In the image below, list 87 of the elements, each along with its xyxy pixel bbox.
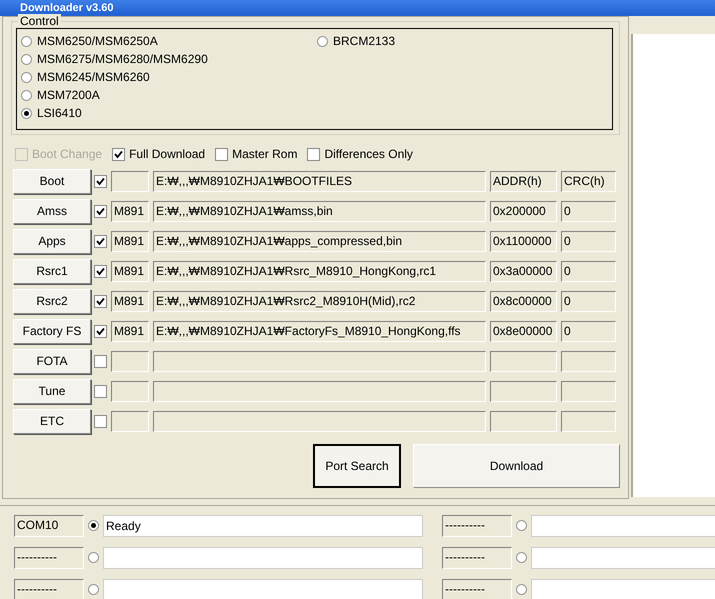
code-field: M891 (111, 230, 149, 252)
crc-field: 0 (561, 290, 616, 312)
radio-button[interactable] (88, 520, 99, 531)
crc-field: CRC(h) (561, 170, 616, 192)
file-button[interactable]: Amss (13, 198, 91, 224)
radio-button[interactable] (516, 552, 527, 563)
crc-field: 0 (561, 320, 616, 342)
address-field: ADDR(h) (490, 170, 557, 192)
code-field (111, 380, 149, 402)
radio-label: BRCM2133 (333, 33, 396, 50)
path-field: E:₩,,,₩M8910ZHJA1₩Rsrc2_M8910H(Mid),rc2 (153, 290, 486, 312)
radio-label: MSM6275/MSM6280/MSM6290 (37, 51, 208, 68)
file-button[interactable]: Rsrc1 (13, 258, 91, 284)
radio-label: LSI6410 (37, 105, 82, 122)
file-button[interactable]: Tune (13, 378, 91, 404)
crc-field (561, 350, 616, 372)
download-button[interactable]: Download (413, 444, 620, 488)
code-field (111, 170, 149, 192)
checkbox[interactable] (94, 234, 107, 248)
code-field: M891 (111, 200, 149, 222)
port-search-button[interactable]: Port Search (313, 444, 401, 488)
address-field: 0x3a00000 (490, 260, 557, 282)
path-field: E:₩,,,₩M8910ZHJA1₩amss,bin (153, 200, 486, 222)
checkbox[interactable] (94, 414, 107, 428)
radio-button[interactable] (21, 108, 32, 118)
radio-button[interactable] (516, 584, 527, 595)
checkbox[interactable] (94, 174, 107, 188)
crc-field: 0 (561, 200, 616, 222)
address-field (490, 410, 557, 432)
file-button[interactable]: Apps (13, 228, 91, 254)
port-field: ---------- (14, 546, 84, 568)
address-field: 0x1100000 (490, 230, 557, 252)
address-field: 0x8c00000 (490, 290, 557, 312)
checkbox[interactable] (94, 384, 107, 398)
port-field: ---------- (442, 546, 512, 568)
radio-button[interactable] (21, 90, 32, 100)
path-field: E:₩,,,₩M8910ZHJA1₩FactoryFs_M8910_HongKong,ffs (153, 320, 486, 342)
radio-button[interactable] (88, 552, 99, 563)
checkbox[interactable] (307, 148, 320, 160)
path-field: E:₩,,,₩M8910ZHJA1₩apps_compressed,bin (153, 230, 486, 252)
address-field (490, 350, 557, 372)
checkbox[interactable] (94, 294, 107, 308)
radio-label: MSM7200A (37, 87, 100, 104)
address-field (490, 380, 557, 402)
file-button[interactable]: Rsrc2 (13, 288, 91, 314)
checkbox-label: Master Rom (232, 146, 298, 163)
checkbox[interactable] (215, 148, 228, 160)
address-field: 0x200000 (490, 200, 557, 222)
crc-field: 0 (561, 230, 616, 252)
radio-button[interactable] (88, 584, 99, 595)
radio-button[interactable] (21, 36, 32, 46)
radio-button[interactable] (21, 54, 32, 64)
group-title: Control (18, 14, 61, 28)
path-field: E:₩,,,₩M8910ZHJA1₩Rsrc_M8910_HongKong,rc1 (153, 260, 486, 282)
code-field: M891 (111, 260, 149, 282)
radio-button[interactable] (21, 72, 32, 82)
checkbox-label: Boot Change (32, 146, 102, 163)
crc-field: 0 (561, 260, 616, 282)
code-field (111, 350, 149, 372)
window-title: Downloader v3.60 (0, 0, 715, 16)
radio-button[interactable] (516, 520, 527, 531)
checkbox[interactable] (94, 264, 107, 278)
file-button[interactable]: ETC (13, 408, 91, 434)
address-field: 0x8e00000 (490, 320, 557, 342)
checkbox[interactable] (94, 354, 107, 368)
checkbox-label: Differences Only (324, 146, 413, 163)
radio-label: MSM6245/MSM6260 (37, 69, 150, 86)
file-button[interactable]: Boot (13, 168, 91, 194)
checkbox[interactable] (112, 148, 126, 160)
checkbox[interactable] (94, 204, 107, 218)
crc-field (561, 410, 616, 432)
radio-label: MSM6250/MSM6250A (37, 33, 158, 50)
port-field: COM10 (14, 514, 84, 536)
file-button[interactable]: Factory FS (13, 318, 91, 344)
code-field: M891 (111, 320, 149, 342)
crc-field (561, 380, 616, 402)
port-field: ---------- (14, 578, 84, 599)
code-field (111, 410, 149, 432)
checkbox-label: Full Download (129, 146, 206, 163)
checkbox[interactable] (94, 324, 107, 338)
code-field: M891 (111, 290, 149, 312)
status-field: Ready (103, 514, 423, 536)
radio-button[interactable] (317, 36, 328, 46)
file-button[interactable]: FOTA (13, 348, 91, 374)
port-field: ---------- (442, 514, 512, 536)
port-field: ---------- (442, 578, 512, 599)
path-field: E:₩,,,₩M8910ZHJA1₩BOOTFILES (153, 170, 486, 192)
